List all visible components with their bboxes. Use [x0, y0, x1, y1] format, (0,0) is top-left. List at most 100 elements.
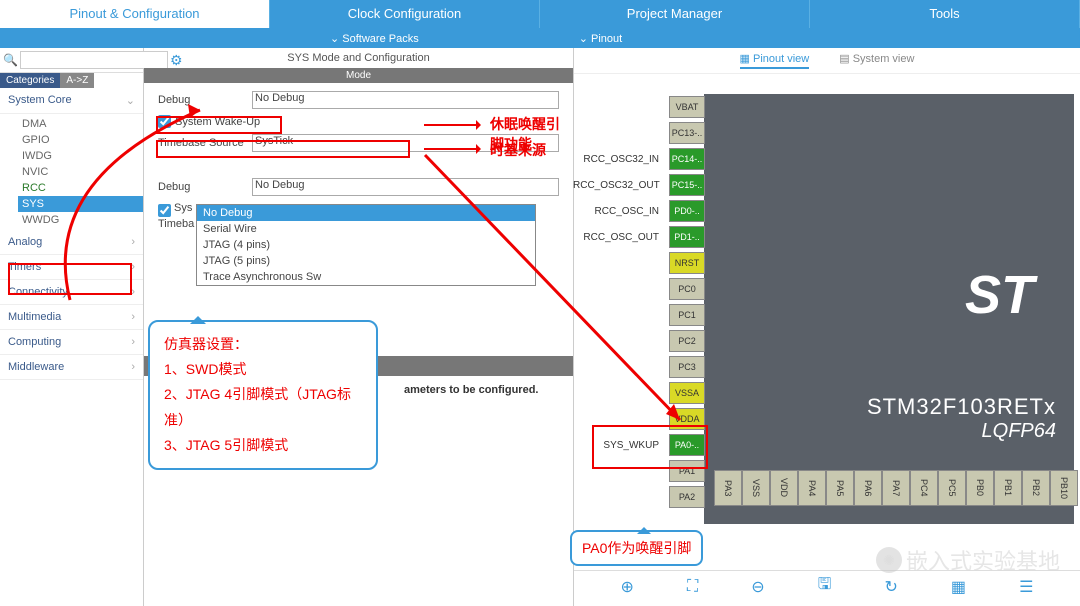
group-system-core[interactable]: System Core⌄: [0, 88, 143, 114]
pin-PC5[interactable]: PC5: [938, 470, 966, 506]
annotation-box: [592, 425, 708, 469]
debug-dropdown: No Debug Serial Wire JTAG (4 pins) JTAG …: [196, 204, 536, 286]
annotation-box: [156, 140, 410, 158]
right-panel: ▦ Pinout view ▤ System view ST STM32F103…: [574, 48, 1080, 606]
pin-PB1[interactable]: PB1: [994, 470, 1022, 506]
item-iwdg[interactable]: IWDG: [18, 148, 143, 164]
subbar-software-packs[interactable]: Software Packs: [330, 32, 419, 45]
pin-VSSA[interactable]: VSSA: [669, 380, 705, 406]
sub-toolbar: Software Packs Pinout: [0, 28, 1080, 48]
system-view-tab[interactable]: ▤ System view: [839, 52, 914, 69]
tab-tools[interactable]: Tools: [810, 0, 1080, 28]
chip-body: ST STM32F103RETx LQFP64: [704, 94, 1074, 524]
dropdown-option[interactable]: JTAG (5 pins): [197, 253, 535, 269]
param-text: ameters to be configured.: [404, 384, 538, 396]
annotation-box: [8, 263, 132, 295]
annotation-text: 时基来源: [490, 140, 546, 160]
zoom-out-icon[interactable]: ⊖: [751, 577, 764, 597]
select-debug2[interactable]: No Debug: [252, 178, 559, 196]
pin-label: PC3: [669, 356, 705, 378]
group-computing[interactable]: Computing›: [0, 330, 143, 355]
pin-PC4[interactable]: PC4: [910, 470, 938, 506]
pin-NRST[interactable]: NRST: [669, 250, 705, 276]
pin-label: PC2: [669, 330, 705, 352]
watermark: ✺ 嵌入式实验基地: [876, 544, 1060, 576]
pin-PA6[interactable]: PA6: [854, 470, 882, 506]
pin-PB0[interactable]: PB0: [966, 470, 994, 506]
pin-PB10[interactable]: PB10: [1050, 470, 1078, 506]
pin-label: VBAT: [669, 96, 705, 118]
pin-PB2[interactable]: PB2: [1022, 470, 1050, 506]
pin-VDD[interactable]: VDD: [770, 470, 798, 506]
chevron-down-icon: ⌄: [126, 94, 135, 107]
item-wwdg[interactable]: WWDG: [18, 212, 143, 228]
checkbox-sys2[interactable]: [158, 204, 171, 217]
dropdown-option[interactable]: Trace Asynchronous Sw: [197, 269, 535, 285]
tab-pinout[interactable]: Pinout & Configuration: [0, 0, 270, 28]
pin-signal: RCC_OSC32_IN: [573, 154, 665, 165]
tab-clock[interactable]: Clock Configuration: [270, 0, 540, 28]
pin-label: PC1: [669, 304, 705, 326]
list-icon[interactable]: ☰: [1019, 577, 1033, 597]
grid-icon[interactable]: ▦: [951, 577, 966, 597]
item-dma[interactable]: DMA: [18, 116, 143, 132]
label-debug2: Debug: [158, 181, 248, 193]
pin-PD1-..[interactable]: RCC_OSC_OUTPD1-..: [669, 224, 705, 250]
left-panel: 🔍 ⚙ Categories A->Z System Core⌄ DMA GPI…: [0, 48, 144, 606]
chip-name: STM32F103RETx LQFP64: [867, 394, 1056, 443]
pin-PA7[interactable]: PA7: [882, 470, 910, 506]
pin-signal: RCC_OSC_OUT: [573, 232, 665, 243]
group-analog[interactable]: Analog›: [0, 230, 143, 255]
dropdown-option[interactable]: JTAG (4 pins): [197, 237, 535, 253]
pin-PC1[interactable]: PC1: [669, 302, 705, 328]
tab-az[interactable]: A->Z: [60, 73, 94, 88]
dropdown-option[interactable]: Serial Wire: [197, 221, 535, 237]
group-middleware[interactable]: Middleware›: [0, 355, 143, 380]
pin-PC13-..[interactable]: PC13-..: [669, 120, 705, 146]
pin-label: VSSA: [669, 382, 705, 404]
item-gpio[interactable]: GPIO: [18, 132, 143, 148]
pin-signal: RCC_OSC32_OUT: [573, 180, 665, 191]
chip-area[interactable]: ST STM32F103RETx LQFP64 VBATPC13-..RCC_O…: [574, 74, 1080, 554]
chevron-right-icon: ›: [131, 311, 135, 323]
dropdown-option[interactable]: No Debug: [197, 205, 535, 221]
annotation-callout: PA0作为唤醒引脚: [570, 530, 703, 566]
pin-PA5[interactable]: PA5: [826, 470, 854, 506]
wechat-icon: ✺: [876, 547, 902, 573]
tab-categories[interactable]: Categories: [0, 73, 60, 88]
annotation-arrow: [424, 124, 478, 126]
chevron-right-icon: ›: [131, 336, 135, 348]
item-sys[interactable]: SYS: [18, 196, 143, 212]
pin-label: PC14-..: [669, 148, 705, 170]
save-icon[interactable]: 🖫: [818, 573, 832, 600]
pin-PD0-..[interactable]: RCC_OSC_INPD0-..: [669, 198, 705, 224]
st-logo: ST: [965, 264, 1034, 326]
pin-VBAT[interactable]: VBAT: [669, 94, 705, 120]
pinout-view-tab[interactable]: ▦ Pinout view: [740, 52, 810, 69]
label-sys2: Sys: [174, 202, 192, 214]
zoom-in-icon[interactable]: ⊕: [621, 577, 634, 597]
pin-PC14-..[interactable]: RCC_OSC32_INPC14-..: [669, 146, 705, 172]
pin-PA4[interactable]: PA4: [798, 470, 826, 506]
pin-PC0[interactable]: PC0: [669, 276, 705, 302]
pin-PA2[interactable]: PA2: [669, 484, 705, 510]
tab-project[interactable]: Project Manager: [540, 0, 810, 28]
pin-PC2[interactable]: PC2: [669, 328, 705, 354]
select-debug[interactable]: No Debug: [252, 91, 559, 109]
fit-icon[interactable]: ⛶: [687, 578, 698, 596]
item-rcc[interactable]: RCC: [18, 180, 143, 196]
pin-PC3[interactable]: PC3: [669, 354, 705, 380]
annotation-callout: 仿真器设置： 1、SWD模式 2、JTAG 4引脚模式（JTAG标准） 3、JT…: [148, 320, 378, 470]
rotate-icon[interactable]: ↻: [884, 577, 897, 597]
pin-PC15-..[interactable]: RCC_OSC32_OUTPC15-..: [669, 172, 705, 198]
label-time2: Timeba: [158, 218, 194, 230]
annotation-box: [156, 116, 282, 134]
item-nvic[interactable]: NVIC: [18, 164, 143, 180]
panel-title: SYS Mode and Configuration: [144, 48, 573, 68]
main-tabs: Pinout & Configuration Clock Configurati…: [0, 0, 1080, 28]
pin-PA3[interactable]: PA3: [714, 470, 742, 506]
group-multimedia[interactable]: Multimedia›: [0, 305, 143, 330]
pin-label: NRST: [669, 252, 705, 274]
pin-VSS[interactable]: VSS: [742, 470, 770, 506]
subbar-pinout[interactable]: Pinout: [579, 32, 622, 45]
